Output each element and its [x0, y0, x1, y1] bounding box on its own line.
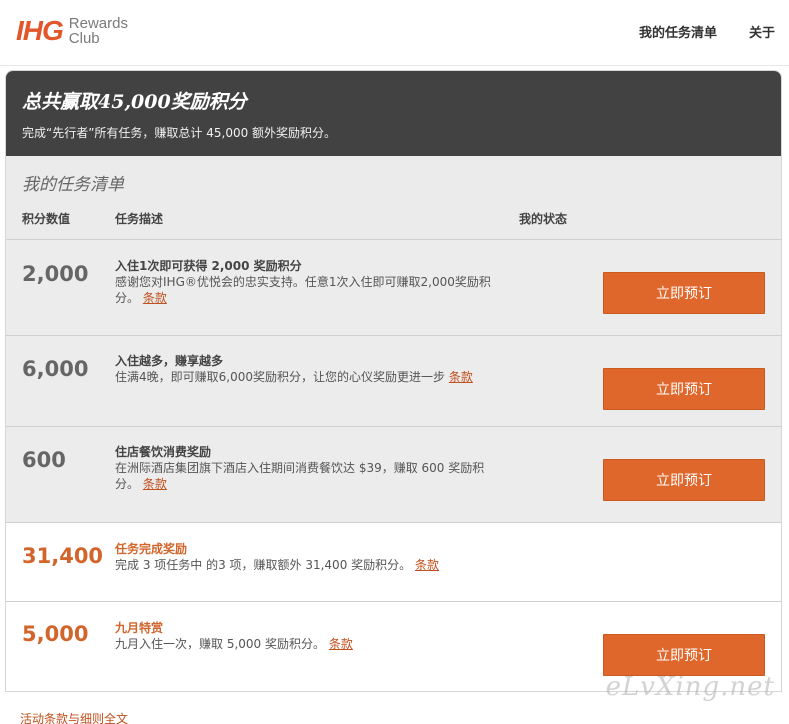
task-points: 2,000 — [22, 262, 89, 286]
ihg-rewards-logo[interactable]: IHG Rewards Club — [16, 14, 128, 48]
task-row: 31,400 任务完成奖励 完成 3 项任务中 的3 项，赚取额外 31,400… — [6, 523, 781, 602]
task-desc: 九月入住一次，赚取 5,000 奖励积分。 — [115, 637, 325, 651]
top-bar: IHG Rewards Club 我的任务清单 关于 — [0, 0, 789, 66]
column-description: 任务描述 — [115, 212, 164, 226]
terms-link[interactable]: 条款 — [415, 558, 439, 572]
book-now-button[interactable]: 立即预订 — [603, 368, 765, 410]
task-list-title: 我的任务清单 — [22, 175, 124, 195]
nav-my-tasks[interactable]: 我的任务清单 — [639, 22, 717, 41]
logo-wordmark: Rewards Club — [69, 16, 128, 46]
terms-link[interactable]: 条款 — [143, 291, 167, 305]
book-now-button[interactable]: 立即预订 — [603, 272, 765, 314]
task-row: 6,000 入住越多，赚享越多 住满4晚，即可赚取6,000奖励积分，让您的心仪… — [6, 336, 781, 427]
logo-mark: IHG — [16, 15, 64, 46]
task-title: 九月特赏 — [115, 621, 164, 635]
task-title: 住店餐饮消费奖励 — [115, 445, 212, 459]
hero-title: 总共赢取45,000奖励积分 — [22, 91, 247, 113]
task-desc: 感谢您对IHG®优悦会的忠实支持。任意1次入住即可赚取2,000奖励积分。 — [115, 275, 491, 305]
task-description: 任务完成奖励 完成 3 项任务中 的3 项，赚取额外 31,400 奖励积分。 … — [115, 541, 495, 573]
nav-about[interactable]: 关于 — [749, 22, 775, 41]
logo-line2: Club — [68, 30, 100, 47]
tasks-panel: 总共赢取45,000奖励积分 完成“先行者”所有任务，赚取总计 45,000 额… — [5, 70, 782, 692]
task-title: 入住越多，赚享越多 — [115, 354, 224, 368]
book-now-button[interactable]: 立即预订 — [603, 634, 765, 676]
task-desc: 在洲际酒店集团旗下酒店入住期间消费餐饮达 $39，赚取 600 奖励积分。 — [115, 461, 485, 491]
terms-link[interactable]: 条款 — [329, 637, 353, 651]
hero-banner: 总共赢取45,000奖励积分 完成“先行者”所有任务，赚取总计 45,000 额… — [6, 71, 781, 156]
task-title: 任务完成奖励 — [115, 542, 188, 556]
terms-link[interactable]: 条款 — [449, 370, 473, 384]
full-terms-link[interactable]: 活动条款与细则全文 — [20, 710, 128, 724]
top-nav: 我的任务清单 关于 — [639, 22, 775, 41]
task-points: 31,400 — [22, 544, 104, 568]
hero-subtitle: 完成“先行者”所有任务，赚取总计 45,000 额外奖励积分。 — [22, 126, 337, 140]
column-status: 我的状态 — [519, 212, 568, 226]
task-desc: 完成 3 项任务中 的3 项，赚取额外 31,400 奖励积分。 — [115, 558, 412, 572]
task-description: 住店餐饮消费奖励 在洲际酒店集团旗下酒店入住期间消费餐饮达 $39，赚取 600… — [115, 444, 495, 492]
task-row: 2,000 入住1次即可获得 2,000 奖励积分 感谢您对IHG®优悦会的忠实… — [6, 240, 781, 336]
task-desc: 住满4晚，即可赚取6,000奖励积分，让您的心仪奖励更进一步 — [115, 370, 445, 384]
book-now-button[interactable]: 立即预订 — [603, 459, 765, 501]
task-row: 600 住店餐饮消费奖励 在洲际酒店集团旗下酒店入住期间消费餐饮达 $39，赚取… — [6, 427, 781, 523]
task-title: 入住1次即可获得 2,000 奖励积分 — [115, 259, 302, 273]
column-points: 积分数值 — [22, 212, 71, 226]
task-description: 入住越多，赚享越多 住满4晚，即可赚取6,000奖励积分，让您的心仪奖励更进一步… — [115, 353, 495, 385]
terms-link[interactable]: 条款 — [143, 477, 167, 491]
task-points: 6,000 — [22, 357, 89, 381]
task-points: 5,000 — [22, 622, 89, 646]
task-points: 600 — [22, 448, 66, 472]
task-description: 九月特赏 九月入住一次，赚取 5,000 奖励积分。 条款 — [115, 620, 495, 652]
task-list-header: 我的任务清单 积分数值 任务描述 我的状态 — [6, 156, 781, 240]
site-watermark: eLvXing.net — [605, 672, 775, 702]
task-description: 入住1次即可获得 2,000 奖励积分 感谢您对IHG®优悦会的忠实支持。任意1… — [115, 258, 495, 306]
